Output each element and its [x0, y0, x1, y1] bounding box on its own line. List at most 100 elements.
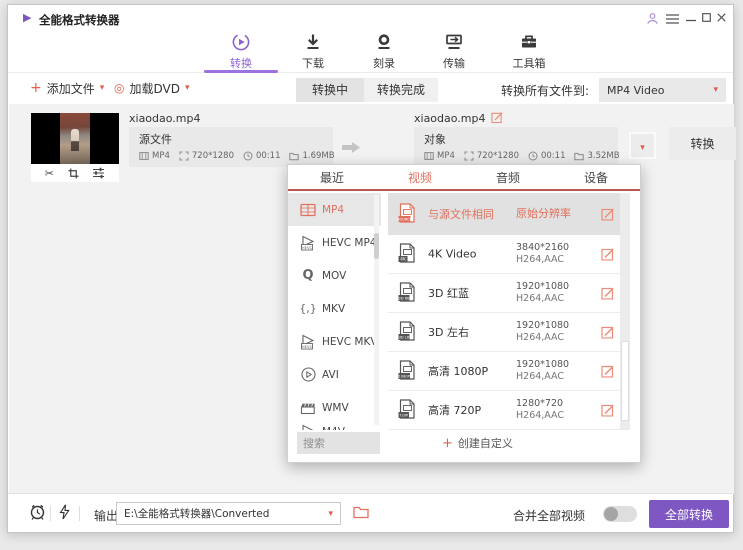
- svg-text:SOURCE: SOURCE: [397, 218, 413, 222]
- preset-list-scrollbar[interactable]: [620, 193, 630, 430]
- preset-row-hd-1080p[interactable]: 1080P 高清 1080P 1920*1080H264,AAC: [388, 352, 630, 391]
- preset-4k-icon: 4K: [396, 243, 418, 265]
- format-item-mkv[interactable]: {,} MKV: [288, 292, 381, 325]
- target-box-label: 对象: [424, 131, 608, 147]
- burn-disc-icon: [373, 31, 395, 53]
- create-custom-label: 创建自定义: [458, 435, 513, 451]
- format-dropdown-button[interactable]: ▾: [629, 132, 656, 159]
- maximize-button[interactable]: [702, 13, 711, 22]
- plus-icon: +: [442, 436, 453, 451]
- resolution-icon: [179, 151, 189, 161]
- convert-icon: [230, 31, 252, 53]
- load-dvd-label: 加载DVD: [129, 80, 179, 97]
- mp4-film-icon: [296, 203, 320, 217]
- high-speed-bolt-icon[interactable]: [59, 504, 70, 520]
- edit-toolbar: ✂: [31, 164, 119, 182]
- popup-tab-device[interactable]: 设备: [552, 165, 640, 189]
- menu-icon[interactable]: [666, 14, 679, 24]
- target-filename: xiaodao.mp4: [414, 112, 486, 125]
- svg-text:HEVC: HEVC: [301, 244, 312, 249]
- arrow-right-icon: [340, 140, 362, 155]
- convert-all-to-select[interactable]: MP4 Video ▾: [599, 78, 726, 102]
- tab-download[interactable]: 下载: [283, 31, 343, 71]
- format-list-scrollbar[interactable]: [374, 195, 379, 425]
- matroska-icon: {,}: [296, 302, 320, 315]
- format-item-mov[interactable]: Q MOV: [288, 259, 381, 292]
- add-file-button[interactable]: + 添加文件 ▾: [30, 79, 104, 97]
- account-icon[interactable]: [646, 12, 659, 25]
- format-item-wmv[interactable]: WMV: [288, 391, 381, 424]
- format-item-hevc-mp4[interactable]: HEVC HEVC MP4: [288, 226, 381, 259]
- popup-tab-video[interactable]: 视频: [376, 165, 464, 189]
- folder-icon: [289, 152, 299, 161]
- trim-icon[interactable]: ✂: [45, 167, 54, 180]
- app-logo-icon: ▶: [23, 11, 31, 24]
- preset-row-3d-sbs[interactable]: 3D LR 3D 左右 1920*1080H264,AAC: [388, 313, 630, 352]
- tab-burn[interactable]: 刻录: [354, 31, 414, 71]
- close-button[interactable]: [717, 13, 726, 22]
- clock-icon: [528, 151, 538, 161]
- output-path-select[interactable]: E:\全能格式转换器\Converted ▾: [116, 502, 341, 525]
- video-thumbnail[interactable]: [31, 113, 119, 164]
- preset-row-4k[interactable]: 4K 4K Video 3840*2160H264,AAC: [388, 235, 630, 274]
- format-list-scrollbar-thumb[interactable]: [374, 233, 379, 259]
- source-format: MP4: [139, 151, 170, 161]
- preset-3d-rb-icon: 3D RB: [396, 282, 418, 304]
- minimize-button[interactable]: [686, 19, 696, 22]
- app-title: 全能格式转换器: [39, 12, 120, 28]
- preset-list-scrollbar-thumb[interactable]: [621, 341, 629, 421]
- svg-text:720P: 720P: [399, 414, 409, 418]
- open-folder-icon[interactable]: [353, 505, 369, 519]
- preset-row-same-as-source[interactable]: SOURCE 与源文件相同 原始分辨率: [388, 193, 630, 235]
- hevc-play-icon: HEVC: [296, 235, 320, 251]
- format-item-hevc-mkv[interactable]: HEVC HEVC MKV: [288, 325, 381, 358]
- source-resolution: 720*1280: [179, 151, 234, 161]
- popup-tab-recent[interactable]: 最近: [288, 165, 376, 189]
- preset-edit-icon[interactable]: [601, 208, 614, 221]
- target-size: 3.52MB: [574, 151, 619, 161]
- effects-sliders-icon[interactable]: [92, 167, 105, 179]
- preset-3d-lr-icon: 3D LR: [396, 321, 418, 343]
- merge-videos-toggle[interactable]: [603, 506, 637, 522]
- format-dropdown-caret-icon: ▾: [640, 143, 645, 153]
- popup-tab-audio[interactable]: 音频: [464, 165, 552, 189]
- preset-edit-icon[interactable]: [601, 248, 614, 261]
- preset-row-3d-anaglyph[interactable]: 3D RB 3D 红蓝 1920*1080H264,AAC: [388, 274, 630, 313]
- load-dvd-caret-icon: ▾: [185, 83, 190, 93]
- svg-text:4K: 4K: [400, 257, 406, 262]
- active-tab-underline: [204, 70, 278, 73]
- preset-edit-icon[interactable]: [601, 287, 614, 300]
- tab-transfer[interactable]: 传输: [424, 31, 484, 71]
- create-custom-button[interactable]: + 创建自定义: [442, 432, 513, 454]
- search-input[interactable]: [297, 432, 380, 454]
- tab-convert-label: 转换: [211, 55, 271, 71]
- load-dvd-button[interactable]: ◎ 加载DVD ▾: [114, 79, 190, 97]
- format-item-mp4[interactable]: MP4: [288, 193, 381, 226]
- preset-edit-icon[interactable]: [601, 326, 614, 339]
- tab-toolbox[interactable]: 工具箱: [494, 31, 564, 71]
- format-popup: 最近 视频 音频 设备 MP4 HEVC HEVC MP4 Q MOV {,} …: [287, 164, 641, 463]
- crop-icon[interactable]: [68, 168, 79, 179]
- preset-row-hd-720p[interactable]: 720P 高清 720P 1280*720H264,AAC: [388, 391, 630, 430]
- rename-icon[interactable]: [491, 111, 503, 123]
- tab-converting[interactable]: 转换中: [296, 78, 364, 102]
- folder-icon: [574, 152, 584, 161]
- convert-all-caret-icon: ▾: [713, 85, 718, 95]
- merge-videos-label: 合并全部视频: [513, 507, 585, 524]
- svg-text:1080P: 1080P: [399, 375, 411, 379]
- add-file-caret-icon: ▾: [100, 83, 105, 93]
- tab-convert[interactable]: 转换: [211, 31, 271, 71]
- schedule-alarm-icon[interactable]: [29, 503, 46, 521]
- svg-text:HEVC: HEVC: [301, 343, 312, 348]
- format-item-avi[interactable]: AVI: [288, 358, 381, 391]
- convert-row-button[interactable]: 转换: [669, 127, 736, 160]
- toolbox-icon: [518, 31, 540, 53]
- preset-edit-icon[interactable]: [601, 365, 614, 378]
- source-duration: 00:11: [243, 151, 281, 161]
- format-item-m4v[interactable]: M4V: [288, 424, 381, 430]
- tab-finished[interactable]: 转换完成: [364, 78, 438, 102]
- thumbnail-person-figure: [71, 129, 79, 151]
- preset-edit-icon[interactable]: [601, 404, 614, 417]
- convert-all-button[interactable]: 全部转换: [649, 500, 729, 528]
- play-circle-icon: [296, 367, 320, 382]
